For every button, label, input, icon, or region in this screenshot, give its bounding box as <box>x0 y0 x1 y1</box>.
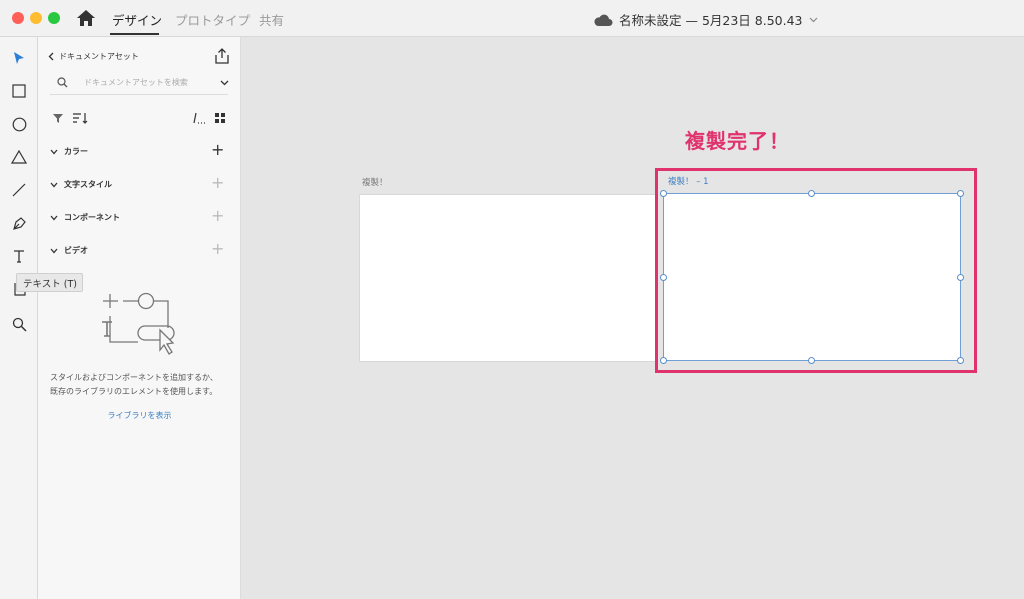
tab-share[interactable]: 共有 <box>259 10 284 29</box>
resize-handle[interactable] <box>957 190 964 197</box>
minimize-window-button[interactable] <box>30 12 42 24</box>
zoom-tool[interactable] <box>10 315 28 333</box>
list-view-icon <box>193 112 205 124</box>
pointer-icon <box>14 52 24 64</box>
resize-handle[interactable] <box>808 190 815 197</box>
resize-handle[interactable] <box>660 190 667 197</box>
artboard[interactable] <box>359 194 658 362</box>
search-input[interactable]: ドキュメントアセットを検索 <box>84 77 204 88</box>
resize-handle[interactable] <box>808 357 815 364</box>
add-character-style-button[interactable]: + <box>211 175 224 191</box>
zoom-icon <box>12 317 27 332</box>
artboard-copy[interactable] <box>663 193 961 361</box>
select-tool[interactable] <box>10 49 28 67</box>
assets-panel: ドキュメントアセット ドキュメントアセットを検索 カラー + 文字スタイル + … <box>38 37 241 599</box>
tool-bar <box>0 37 38 599</box>
chevron-down-icon <box>50 149 58 154</box>
filter-icon <box>53 114 63 123</box>
list-view-button[interactable] <box>192 109 206 128</box>
empty-assets-message: スタイルおよびコンポーネントを追加するか、 既存のライブラリのエレメントを使用し… <box>50 371 235 399</box>
resize-handle[interactable] <box>957 274 964 281</box>
pen-icon <box>12 216 26 230</box>
section-colors[interactable]: カラー <box>50 146 88 157</box>
artboard-copy-label[interactable]: 複製！ – 1 <box>668 175 709 187</box>
section-label: カラー <box>64 147 88 156</box>
artboard-label[interactable]: 複製！ <box>362 176 388 188</box>
filter-button[interactable] <box>52 109 64 128</box>
tab-design[interactable]: デザイン <box>112 10 162 29</box>
add-video-button[interactable]: + <box>211 241 224 257</box>
active-tab-indicator <box>110 33 159 35</box>
resize-handle[interactable] <box>660 357 667 364</box>
section-label: ビデオ <box>64 246 88 255</box>
chevron-down-icon <box>50 248 58 253</box>
line-tool[interactable] <box>10 181 28 199</box>
panel-title: ドキュメントアセット <box>59 52 139 61</box>
chevron-down-icon <box>809 17 817 22</box>
sort-button[interactable] <box>72 109 88 128</box>
triangle-icon <box>11 150 27 164</box>
section-label: 文字スタイル <box>64 180 112 189</box>
section-label: コンポーネント <box>64 213 120 222</box>
text-tool[interactable] <box>10 247 28 265</box>
section-components[interactable]: コンポーネント <box>50 212 120 223</box>
ellipse-icon <box>12 117 26 131</box>
document-title[interactable]: 名称未設定 — 5月23日 8.50.43 <box>593 10 818 29</box>
grid-view-icon <box>215 113 225 123</box>
section-video[interactable]: ビデオ <box>50 245 88 256</box>
share-icon[interactable] <box>215 48 229 64</box>
chevron-down-icon <box>50 182 58 187</box>
resize-handle[interactable] <box>957 357 964 364</box>
add-component-button[interactable]: + <box>211 208 224 224</box>
home-icon[interactable] <box>76 9 96 27</box>
rectangle-icon <box>12 84 26 98</box>
pen-tool[interactable] <box>10 214 28 232</box>
chevron-left-icon <box>48 52 54 61</box>
search-icon <box>57 77 68 88</box>
section-character-styles[interactable]: 文字スタイル <box>50 179 112 190</box>
chevron-down-icon[interactable] <box>220 80 229 86</box>
grid-view-button[interactable] <box>214 109 226 128</box>
chevron-down-icon <box>50 215 58 220</box>
add-color-button[interactable]: + <box>211 142 224 158</box>
triangle-tool[interactable] <box>10 148 28 166</box>
close-window-button[interactable] <box>12 12 24 24</box>
cloud-icon <box>594 14 613 26</box>
resize-handle[interactable] <box>660 274 667 281</box>
asset-search[interactable]: ドキュメントアセットを検索 <box>50 72 229 95</box>
line-icon <box>12 183 26 197</box>
view-libraries-link[interactable]: ライブラリを表示 <box>38 410 241 421</box>
title-bar: デザイン プロトタイプ 共有 名称未設定 — 5月23日 8.50.43 <box>0 0 1024 37</box>
empty-message-line: 既存のライブラリのエレメントを使用します。 <box>50 387 218 396</box>
empty-message-line: スタイルおよびコンポーネントを追加するか、 <box>50 373 218 382</box>
ellipse-tool[interactable] <box>10 115 28 133</box>
zoom-window-button[interactable] <box>48 12 60 24</box>
sort-icon <box>73 113 88 124</box>
panel-header[interactable]: ドキュメントアセット <box>48 51 139 62</box>
text-tool-tooltip: テキスト (T) <box>16 273 83 292</box>
tab-prototype[interactable]: プロトタイプ <box>175 10 250 29</box>
document-title-text: 名称未設定 — 5月23日 8.50.43 <box>619 13 803 28</box>
empty-assets-illustration-icon <box>102 292 175 355</box>
rectangle-tool[interactable] <box>10 82 28 100</box>
annotation-text: 複製完了！ <box>685 129 790 153</box>
text-icon <box>14 250 24 263</box>
